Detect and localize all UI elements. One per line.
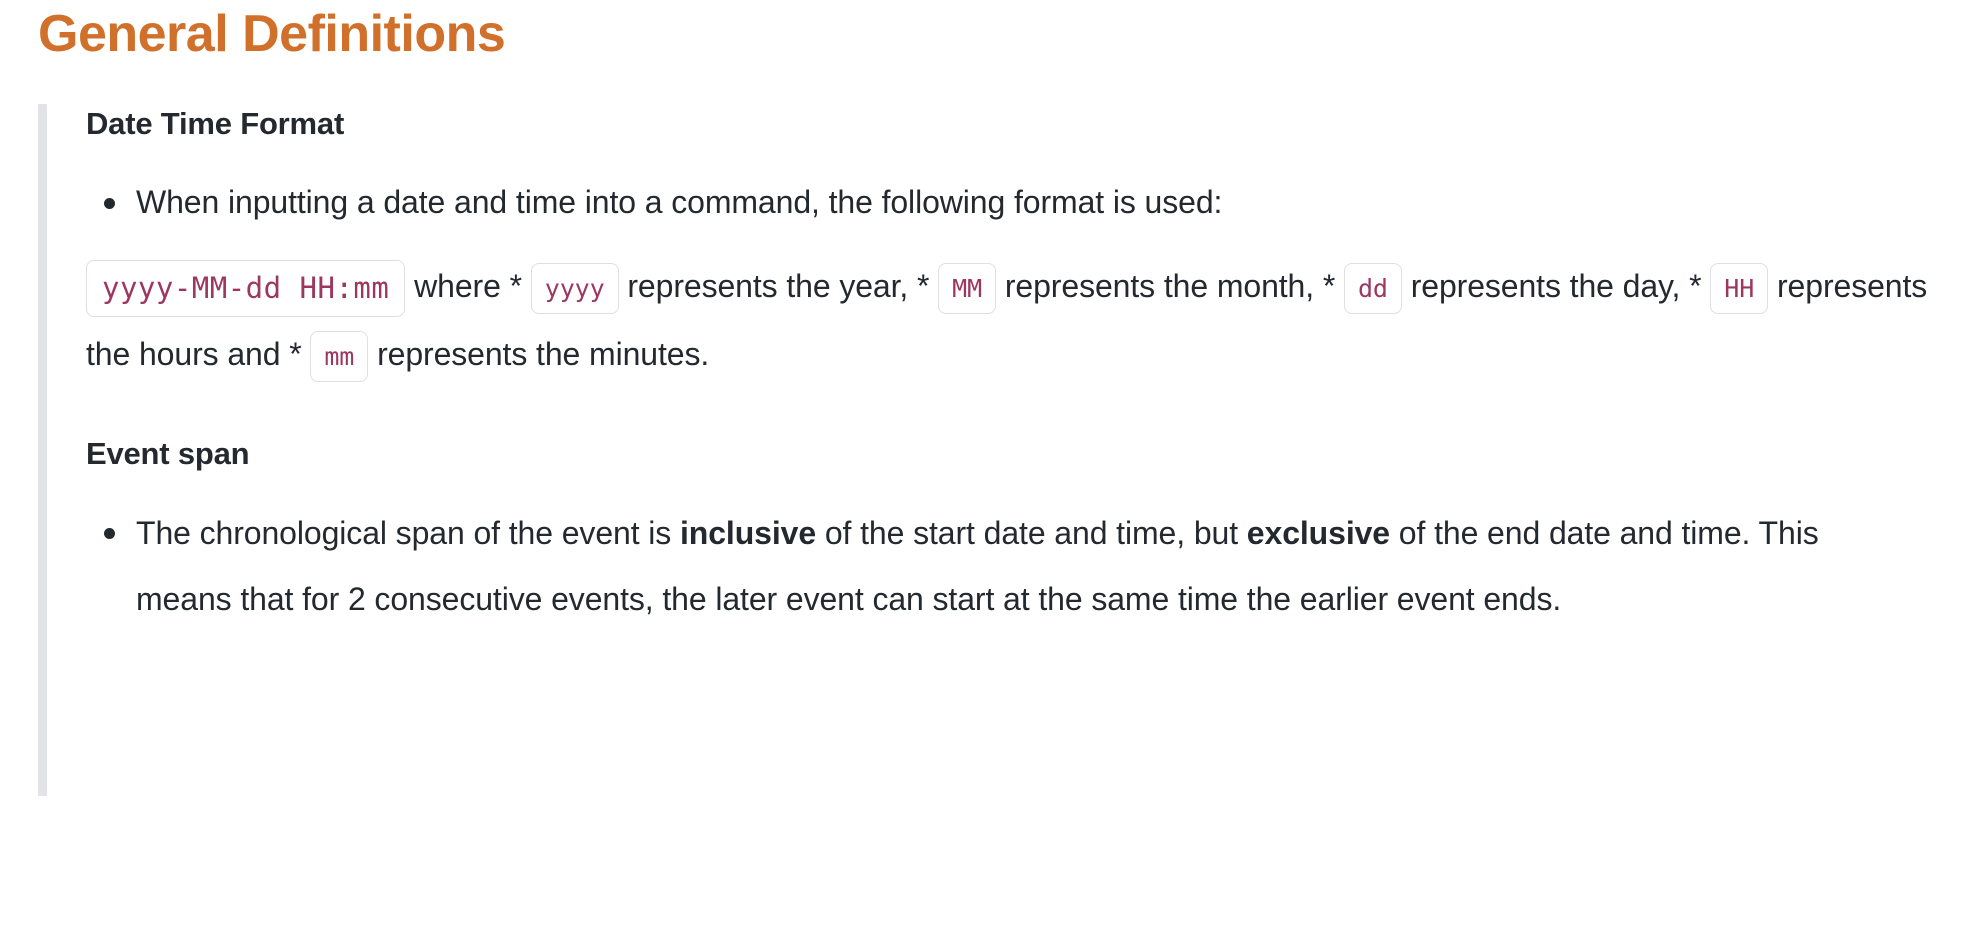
- format-text-3: represents the month, *: [1004, 268, 1336, 304]
- list-item: When inputting a date and time into a co…: [104, 170, 1876, 234]
- callout-left-bar: [38, 104, 47, 796]
- section-heading-date-time-format: Date Time Format: [86, 106, 345, 141]
- date-time-format-bullet-list: When inputting a date and time into a co…: [86, 170, 1956, 234]
- format-text-1: where *: [414, 268, 522, 304]
- event-span-bold-inclusive: inclusive: [680, 515, 817, 551]
- date-time-format-paragraph: yyyy-MM-dd HH:mm where * yyyy represents…: [86, 252, 1956, 388]
- page-root: General Definitions Date Time Format Whe…: [0, 0, 1980, 942]
- list-item: The chronological span of the event is i…: [104, 500, 1906, 632]
- code-chip-dd: dd: [1343, 263, 1402, 315]
- code-chip-HH: HH: [1710, 263, 1769, 315]
- event-span-bold-exclusive: exclusive: [1246, 515, 1391, 551]
- event-span-bullet-list: The chronological span of the event is i…: [86, 500, 1956, 632]
- format-text-4: represents the day, *: [1410, 268, 1702, 304]
- event-span-text-part-1: The chronological span of the event is: [136, 515, 680, 551]
- code-chip-full-format: yyyy-MM-dd HH:mm: [86, 260, 406, 318]
- event-span-text-part-2: of the start date and time, but: [816, 515, 1247, 551]
- section-heading-event-span: Event span: [86, 436, 250, 471]
- code-chip-MM: MM: [938, 263, 997, 315]
- definitions-callout: Date Time Format When inputting a date a…: [38, 104, 1956, 796]
- code-chip-yyyy: yyyy: [530, 263, 619, 315]
- page-title: General Definitions: [38, 5, 506, 63]
- format-text-2: represents the year, *: [627, 268, 930, 304]
- format-text-6: represents the minutes.: [377, 336, 710, 372]
- code-chip-mm: mm: [310, 331, 369, 383]
